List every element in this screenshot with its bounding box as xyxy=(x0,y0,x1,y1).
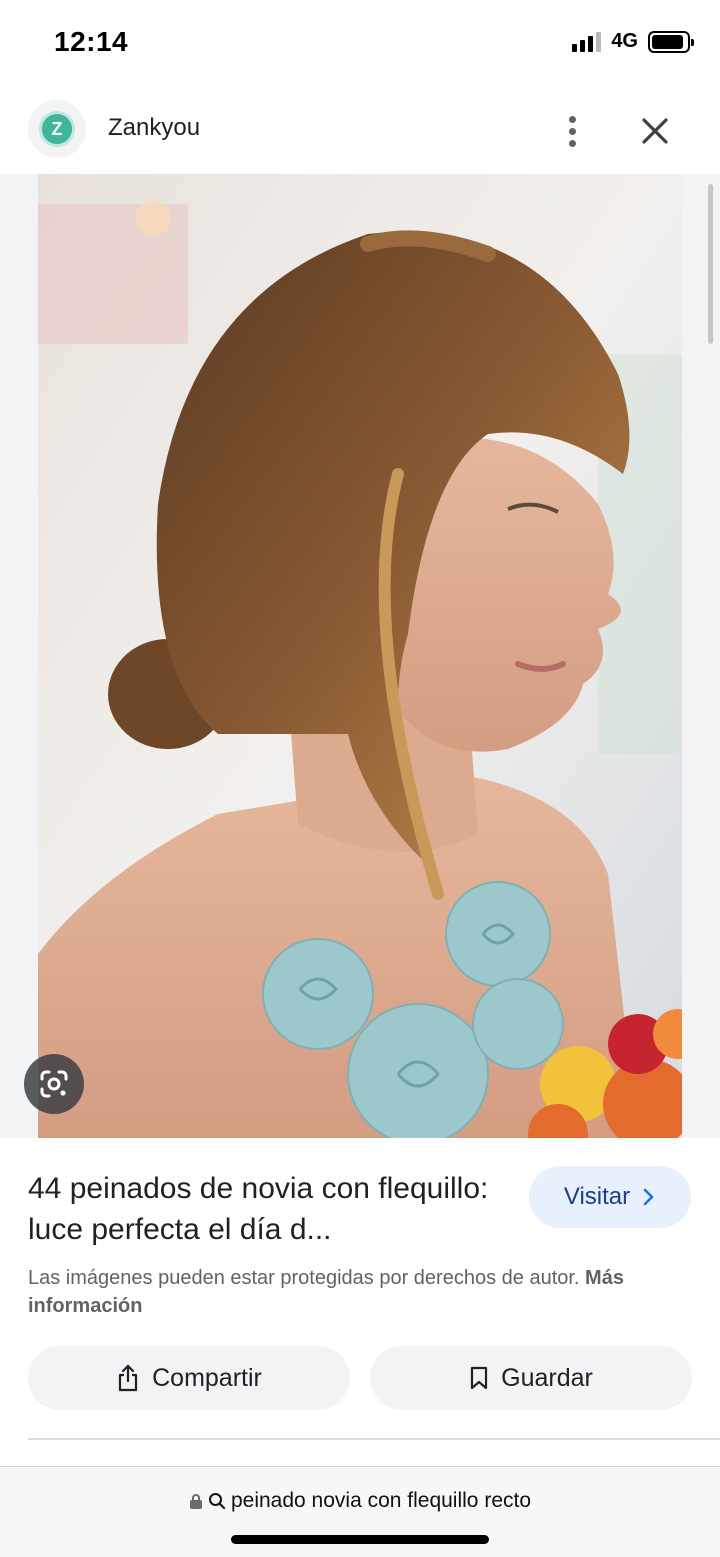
copyright-text: Las imágenes pueden estar protegidas por… xyxy=(28,1267,580,1289)
close-button[interactable] xyxy=(632,108,678,154)
preview-photo[interactable] xyxy=(38,174,682,1138)
close-icon xyxy=(642,118,668,144)
lens-search-button[interactable] xyxy=(24,1054,84,1114)
status-bar: 12:14 4G xyxy=(0,0,720,88)
save-label: Guardar xyxy=(501,1363,593,1392)
lock-icon xyxy=(189,1493,202,1509)
divider xyxy=(28,1438,720,1440)
network-type: 4G xyxy=(611,30,638,52)
bride-photo-illustration xyxy=(38,174,682,1138)
home-indicator[interactable] xyxy=(231,1535,489,1544)
copyright-notice: Las imágenes pueden estar protegidas por… xyxy=(28,1264,688,1320)
battery-icon xyxy=(648,30,694,53)
image-preview-area xyxy=(0,174,720,1138)
share-icon xyxy=(119,1364,138,1392)
zankyou-logo-icon: Z xyxy=(39,111,75,147)
result-title[interactable]: 44 peinados de novia con flequillo: luce… xyxy=(28,1168,508,1250)
status-time: 12:14 xyxy=(54,26,129,57)
site-name[interactable]: Zankyou xyxy=(108,114,200,142)
url-text: peinado novia con flequillo recto xyxy=(230,1489,532,1512)
visit-label: Visitar xyxy=(563,1183,631,1210)
status-icons: 4G xyxy=(572,30,694,53)
visit-button[interactable]: Visitar xyxy=(529,1166,691,1228)
more-vert-icon xyxy=(568,115,576,123)
share-label: Compartir xyxy=(152,1363,262,1392)
image-viewer-header: Z Zankyou xyxy=(0,90,720,174)
url-display[interactable]: peinado novia con flequillo recto xyxy=(0,1489,720,1513)
save-button[interactable]: Guardar xyxy=(370,1346,692,1410)
more-options-button[interactable] xyxy=(552,106,592,156)
google-lens-icon xyxy=(40,1070,68,1098)
signal-icon xyxy=(572,31,602,52)
scrollbar[interactable] xyxy=(708,184,713,344)
site-logo[interactable]: Z xyxy=(28,100,86,158)
search-icon xyxy=(208,1493,226,1510)
chevron-right-icon xyxy=(643,1188,654,1206)
browser-address-bar[interactable]: peinado novia con flequillo recto xyxy=(0,1466,720,1557)
share-button[interactable]: Compartir xyxy=(28,1346,350,1410)
bookmark-icon xyxy=(471,1366,488,1390)
